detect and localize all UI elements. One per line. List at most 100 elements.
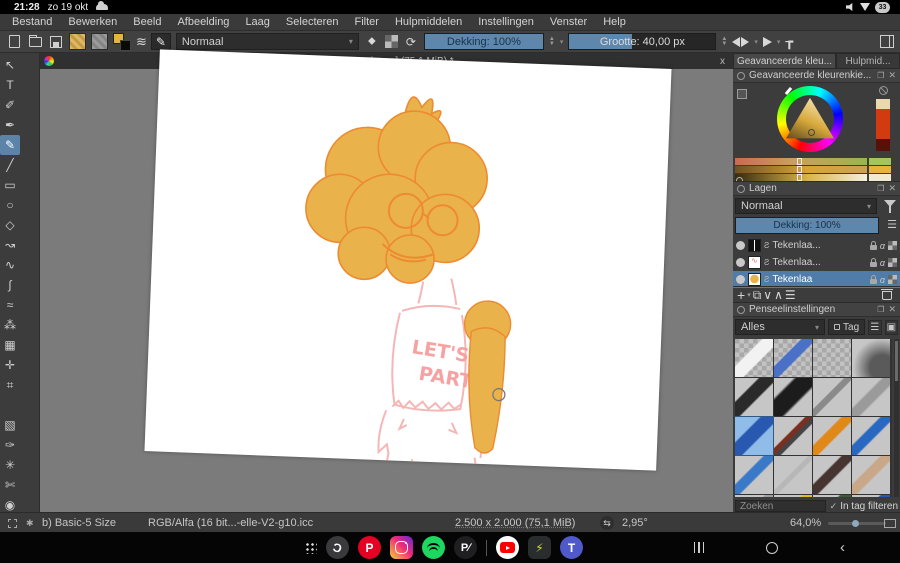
- brush-preset-cell[interactable]: [852, 417, 890, 455]
- tool-bezier-curve[interactable]: ∿: [0, 255, 20, 275]
- selection-mode-icon[interactable]: [8, 518, 17, 528]
- alpha-inherit-icon[interactable]: [888, 275, 897, 284]
- alpha-inherit-icon[interactable]: [888, 258, 897, 267]
- trim-tool-icon[interactable]: ┲: [785, 34, 793, 50]
- no-color-icon[interactable]: [879, 86, 888, 95]
- move-layer-up-button[interactable]: ∧: [774, 288, 783, 302]
- menu-bewerken[interactable]: Bewerken: [60, 16, 125, 28]
- menu-afbeelding[interactable]: Afbeelding: [169, 16, 237, 28]
- swatch-cream[interactable]: [876, 99, 890, 109]
- menu-hulpmiddelen[interactable]: Hulpmiddelen: [387, 16, 470, 28]
- pattern-chooser[interactable]: [69, 33, 86, 50]
- lock-icon[interactable]: [869, 240, 877, 250]
- brush-preset-cell[interactable]: [735, 456, 773, 494]
- canvas-only-icon[interactable]: [884, 518, 896, 528]
- ibis-paint-icon[interactable]: P∕: [454, 536, 477, 559]
- tool-smart-patch[interactable]: ✄: [0, 475, 20, 495]
- open-document-button[interactable]: [27, 34, 43, 50]
- menu-laag[interactable]: Laag: [237, 16, 277, 28]
- layer-row-2[interactable]: Ƨ Tekenlaa... α: [733, 254, 900, 271]
- brush-preset-cell[interactable]: [735, 378, 773, 416]
- home-button[interactable]: [766, 541, 778, 554]
- visibility-icon[interactable]: [736, 258, 745, 267]
- brush-preset-cell[interactable]: [813, 456, 851, 494]
- menu-bestand[interactable]: Bestand: [4, 16, 60, 28]
- mirror-horizontal-button[interactable]: [732, 36, 750, 47]
- close-icon[interactable]: ✕: [888, 70, 896, 81]
- teams-icon[interactable]: T: [560, 536, 583, 559]
- layer-blend-mode-dropdown[interactable]: Normaal ▾: [735, 198, 877, 214]
- swatch-green[interactable]: [869, 158, 891, 165]
- move-layer-down-button[interactable]: ∨: [763, 288, 772, 302]
- display-mode-icon[interactable]: ▣: [884, 319, 898, 335]
- brush-preset-cell[interactable]: [852, 378, 890, 416]
- clip-studio-icon[interactable]: Ɔ: [326, 536, 349, 559]
- fg-bg-color-chooser[interactable]: [113, 32, 131, 51]
- blend-mode-dropdown[interactable]: Normaal ▾: [175, 33, 359, 50]
- opacity-spinner[interactable]: ▲ ▼: [549, 36, 555, 47]
- delete-layer-button[interactable]: [881, 288, 893, 300]
- menu-help[interactable]: Help: [595, 16, 634, 28]
- tag-filter-checkbox[interactable]: ✓ In tag filteren: [830, 501, 898, 512]
- rotation-value[interactable]: 2,95°: [622, 513, 648, 533]
- menu-beeld[interactable]: Beeld: [125, 16, 169, 28]
- search-input[interactable]: Zoeken: [735, 500, 826, 512]
- brush-preset-cell[interactable]: [813, 417, 851, 455]
- brush-preset-cell[interactable]: [852, 495, 890, 497]
- menu-filter[interactable]: Filter: [347, 16, 387, 28]
- tool-polygon[interactable]: ◇: [0, 215, 20, 235]
- close-icon[interactable]: ✕: [888, 183, 896, 194]
- layer-properties-button[interactable]: ☰: [785, 288, 796, 302]
- gradient-chooser[interactable]: [91, 33, 108, 50]
- tool-ellipse[interactable]: ○: [0, 195, 20, 215]
- alpha-lock-icon[interactable]: α: [880, 241, 885, 251]
- float-icon[interactable]: ❐: [877, 184, 884, 193]
- tool-freehand-path[interactable]: ∫: [0, 275, 20, 295]
- brush-preset-cell[interactable]: [774, 417, 812, 455]
- tab-advanced-color[interactable]: Geavanceerde kleu...: [733, 53, 836, 69]
- preset-filter-dropdown[interactable]: Alles ▾: [735, 319, 826, 335]
- tag-button[interactable]: Tag: [828, 319, 866, 335]
- brush-preset-cell[interactable]: [735, 495, 773, 497]
- close-icon[interactable]: x: [720, 56, 733, 67]
- brush-preset-cell[interactable]: [774, 495, 812, 497]
- brush-preset-cell[interactable]: [852, 339, 890, 377]
- tool-polyline[interactable]: ↝: [0, 235, 20, 255]
- swatch-offwhite[interactable]: [869, 174, 891, 181]
- hamburger-icon[interactable]: ☰: [868, 319, 882, 335]
- youtube-icon[interactable]: [496, 536, 519, 559]
- spotify-icon[interactable]: [422, 536, 445, 559]
- alpha-lock-icon[interactable]: α: [880, 275, 885, 285]
- menu-instellingen[interactable]: Instellingen: [470, 16, 542, 28]
- brush-preset-cell[interactable]: [813, 378, 851, 416]
- visibility-icon[interactable]: [736, 275, 745, 284]
- rotation-icon[interactable]: ⇆: [600, 516, 614, 530]
- preserve-alpha-button[interactable]: [384, 35, 398, 48]
- tool-select-shapes[interactable]: ↖: [0, 55, 20, 75]
- chevron-down-icon[interactable]: ▾: [560, 38, 564, 46]
- brush-preset-cell[interactable]: [852, 456, 890, 494]
- close-icon[interactable]: ✕: [888, 304, 896, 315]
- tool-text[interactable]: T: [0, 75, 20, 95]
- tool-move[interactable]: ✛: [0, 355, 20, 375]
- color-sliders[interactable]: [735, 158, 867, 182]
- chevron-down-icon[interactable]: ▾: [777, 38, 781, 46]
- tool-calligraphy[interactable]: ✒: [0, 115, 20, 135]
- canvas-surface[interactable]: LET'S PARTY: [144, 49, 672, 529]
- selector-settings-icon[interactable]: [737, 89, 747, 99]
- swatch-yellow[interactable]: [869, 166, 891, 173]
- brush-preset-cell-selected[interactable]: [735, 416, 774, 456]
- image-size-label[interactable]: 2.500 x 2.000 (75,1 MiB): [455, 513, 575, 533]
- recents-button[interactable]: [693, 542, 704, 553]
- new-document-button[interactable]: [6, 34, 22, 50]
- swatch-red[interactable]: [876, 109, 890, 139]
- lightning-app-icon[interactable]: ⚡: [528, 536, 551, 559]
- visibility-icon[interactable]: [736, 241, 745, 250]
- brush-preset-cell[interactable]: [774, 339, 812, 377]
- tab-tool-options[interactable]: Hulpmid...: [836, 53, 900, 69]
- brush-preset-chooser[interactable]: ✎: [150, 33, 171, 50]
- size-spinner[interactable]: ▲ ▼: [721, 36, 727, 47]
- brush-preset-cell[interactable]: [813, 339, 851, 377]
- brush-preset-cell[interactable]: [774, 378, 812, 416]
- chevron-down-icon[interactable]: ▾: [747, 291, 751, 299]
